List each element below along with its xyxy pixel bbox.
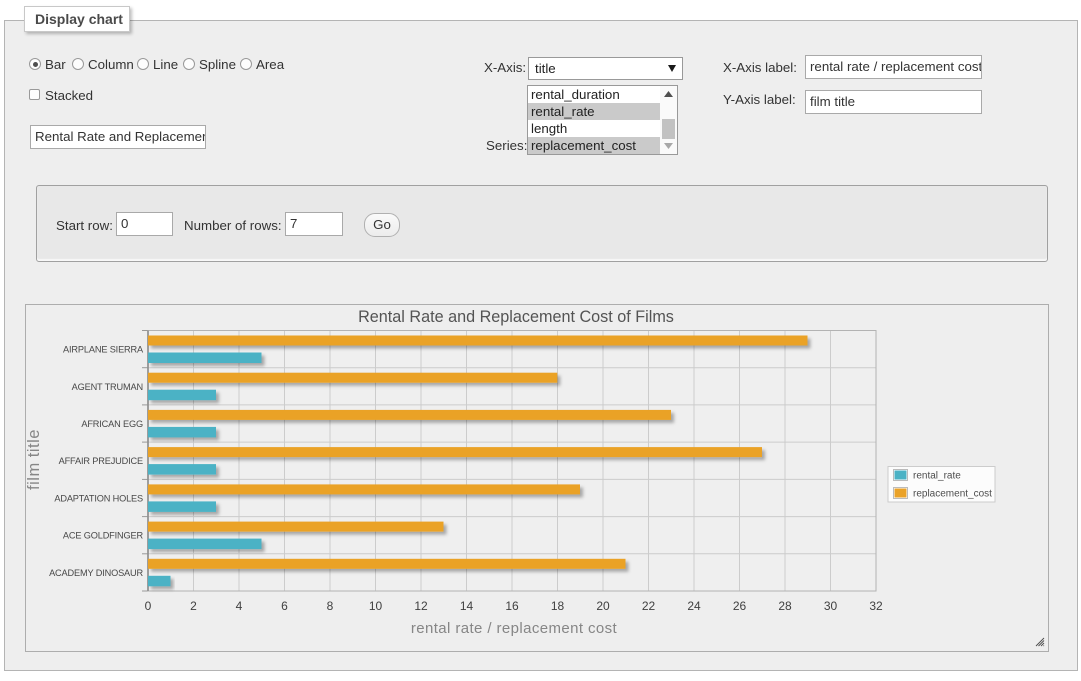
svg-text:ACADEMY DINOSAUR: ACADEMY DINOSAUR — [49, 568, 143, 578]
svg-text:32: 32 — [869, 599, 883, 613]
svg-text:30: 30 — [824, 599, 838, 613]
svg-text:18: 18 — [551, 599, 565, 613]
svg-text:10: 10 — [369, 599, 383, 613]
svg-text:8: 8 — [327, 599, 334, 613]
svg-text:26: 26 — [733, 599, 747, 613]
svg-text:20: 20 — [596, 599, 610, 613]
svg-text:24: 24 — [687, 599, 701, 613]
svg-text:16: 16 — [505, 599, 519, 613]
svg-text:rental_rate: rental_rate — [913, 471, 961, 482]
svg-text:4: 4 — [236, 599, 243, 613]
svg-text:ACE GOLDFINGER: ACE GOLDFINGER — [63, 531, 144, 541]
svg-text:14: 14 — [460, 599, 474, 613]
svg-text:rental rate / replacement cost: rental rate / replacement cost — [411, 620, 618, 637]
svg-text:28: 28 — [778, 599, 792, 613]
svg-text:ADAPTATION HOLES: ADAPTATION HOLES — [54, 494, 143, 504]
svg-text:AIRPLANE SIERRA: AIRPLANE SIERRA — [63, 345, 144, 355]
svg-text:film title: film title — [25, 429, 43, 490]
svg-text:6: 6 — [281, 599, 288, 613]
svg-text:22: 22 — [642, 599, 656, 613]
svg-text:AFRICAN EGG: AFRICAN EGG — [81, 419, 143, 429]
svg-text:AGENT TRUMAN: AGENT TRUMAN — [72, 382, 143, 392]
svg-text:AFFAIR PREJUDICE: AFFAIR PREJUDICE — [59, 456, 143, 466]
svg-text:Rental Rate and Replacement Co: Rental Rate and Replacement Cost of Film… — [358, 308, 674, 326]
svg-text:12: 12 — [414, 599, 428, 613]
svg-text:2: 2 — [190, 599, 197, 613]
svg-text:replacement_cost: replacement_cost — [913, 489, 992, 500]
svg-text:0: 0 — [145, 599, 152, 613]
